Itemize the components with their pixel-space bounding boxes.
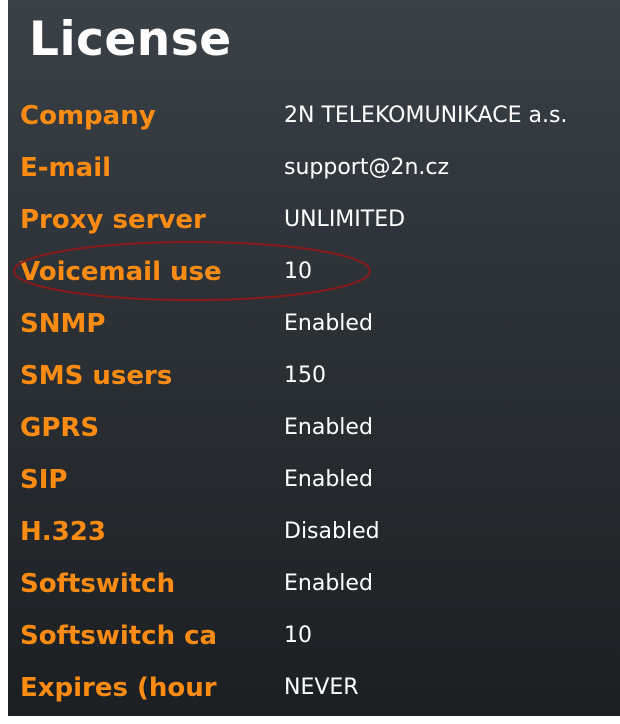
row-value: 10: [284, 623, 312, 648]
row-value: 150: [284, 363, 326, 388]
license-row-sip: SIP Enabled: [8, 454, 620, 506]
row-label: Voicemail use: [20, 257, 222, 287]
row-label: Softswitch: [20, 569, 176, 599]
license-row-snmp: SNMP Enabled: [8, 298, 620, 350]
row-value: Disabled: [284, 519, 380, 544]
row-value: 10: [284, 259, 312, 284]
row-value: NEVER: [284, 675, 359, 700]
row-label: E-mail: [20, 153, 112, 183]
license-row-sms-users: SMS users 150: [8, 350, 620, 402]
license-row-email: E-mail support@2n.cz: [8, 142, 620, 194]
row-label: Expires (hour: [20, 673, 217, 703]
license-row-softswitch-calls: Softswitch ca 10: [8, 610, 620, 662]
license-row-voicemail-use: Voicemail use 10: [8, 246, 620, 298]
license-row-proxy-server: Proxy server UNLIMITED: [8, 194, 620, 246]
row-value: UNLIMITED: [284, 207, 406, 232]
row-label: H.323: [20, 517, 106, 547]
license-row-company: Company 2N TELEKOMUNIKACE a.s.: [8, 90, 620, 142]
row-label: Proxy server: [20, 205, 206, 235]
license-table: Company 2N TELEKOMUNIKACE a.s. E-mail su…: [8, 90, 620, 714]
row-value: support@2n.cz: [284, 155, 450, 180]
row-label: Company: [20, 101, 156, 131]
row-value: Enabled: [284, 467, 373, 492]
row-value: Enabled: [284, 415, 373, 440]
license-row-h323: H.323 Disabled: [8, 506, 620, 558]
license-row-gprs: GPRS Enabled: [8, 402, 620, 454]
row-label: GPRS: [20, 413, 100, 443]
row-value: Enabled: [284, 311, 373, 336]
row-value: Enabled: [284, 571, 373, 596]
row-value: 2N TELEKOMUNIKACE a.s.: [284, 103, 568, 128]
row-label: SNMP: [20, 309, 106, 339]
row-label: SIP: [20, 465, 68, 495]
license-panel: License Company 2N TELEKOMUNIKACE a.s. E…: [8, 0, 620, 716]
license-row-softswitch: Softswitch Enabled: [8, 558, 620, 610]
row-label: SMS users: [20, 361, 173, 391]
license-row-expires: Expires (hour NEVER: [8, 662, 620, 714]
row-label: Softswitch ca: [20, 621, 218, 651]
page-title: License: [29, 12, 232, 67]
